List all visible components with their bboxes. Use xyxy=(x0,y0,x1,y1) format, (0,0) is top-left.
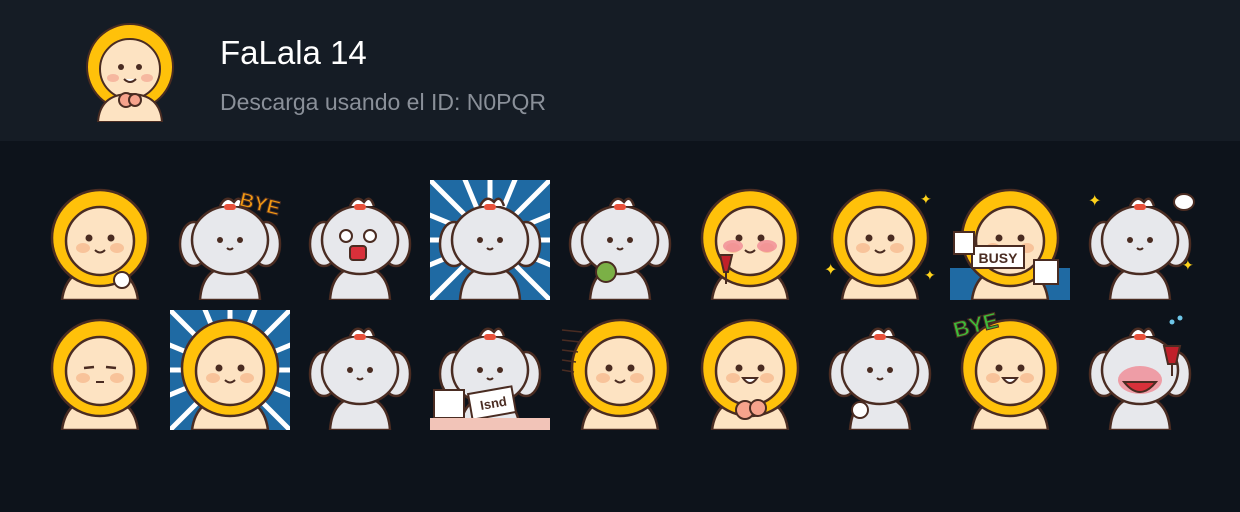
sticker-4[interactable] xyxy=(430,180,550,300)
pack-title: FaLala 14 xyxy=(220,34,367,71)
sticker-9[interactable]: ✦ ✦ xyxy=(1080,180,1200,300)
svg-text:✦: ✦ xyxy=(920,191,932,207)
lion-running-sticker-icon xyxy=(561,318,670,430)
dog-bowing-sticker-icon xyxy=(828,327,932,430)
svg-text:✦: ✦ xyxy=(1182,257,1194,273)
dog-eating-sticker-icon xyxy=(568,197,672,300)
lion-bye-sticker-icon: BYE xyxy=(950,310,1060,430)
svg-text:✦: ✦ xyxy=(824,262,837,279)
sticker-1[interactable] xyxy=(40,180,160,300)
pack-header: FaLala 14 Descarga usando el ID: N0PQR xyxy=(0,0,1240,141)
sticker-13[interactable]: Isnd xyxy=(430,310,550,430)
svg-text:BUSY: BUSY xyxy=(979,250,1019,266)
sticker-grid: BYE ✦ ✦ ✦ BUSY ✦ ✦ Isnd BYE xyxy=(40,180,1200,430)
sticker-6[interactable] xyxy=(690,180,810,300)
sticker-12[interactable] xyxy=(300,310,420,430)
pack-thumbnail-lion-icon xyxy=(80,22,180,123)
dog-writing-sticker-icon: Isnd xyxy=(430,327,550,430)
dog-shocked-sticker-icon xyxy=(308,197,412,300)
sticker-15[interactable] xyxy=(690,310,810,430)
sticker-2[interactable]: BYE xyxy=(170,180,290,300)
svg-text:✦: ✦ xyxy=(1088,193,1101,210)
dog-dramatic-sticker-icon xyxy=(430,180,550,300)
sticker-5[interactable] xyxy=(560,180,680,300)
lion-busy-sticker-icon: BUSY xyxy=(950,188,1070,300)
sticker-11[interactable] xyxy=(170,310,290,430)
svg-text:✦: ✦ xyxy=(924,267,936,283)
dog-sad-sticker-icon xyxy=(308,327,412,430)
download-id-text: Descarga usando el ID: N0PQR xyxy=(220,89,546,115)
lion-wine-sticker-icon xyxy=(700,188,800,300)
sticker-16[interactable] xyxy=(820,310,940,430)
lion-cheeks-sticker-icon xyxy=(700,318,800,430)
sticker-14[interactable] xyxy=(560,310,680,430)
lion-waving-sticker-icon xyxy=(50,188,150,300)
sticker-17[interactable]: BYE xyxy=(950,310,1070,430)
sticker-7[interactable]: ✦ ✦ ✦ xyxy=(820,180,940,300)
dog-wine-sticker-icon xyxy=(1088,315,1192,430)
sticker-3[interactable] xyxy=(300,180,420,300)
sticker-10[interactable] xyxy=(40,310,160,430)
dog-bye-sticker-icon: BYE xyxy=(178,188,283,300)
lion-sleepy-sticker-icon xyxy=(50,318,150,430)
lion-sparkle-sticker-icon: ✦ ✦ ✦ xyxy=(824,188,936,300)
sticker-18[interactable] xyxy=(1080,310,1200,430)
dog-sparkle-sticker-icon: ✦ ✦ xyxy=(1088,193,1195,300)
sticker-8[interactable]: BUSY xyxy=(950,180,1070,300)
lion-dramatic-sticker-icon xyxy=(170,310,290,430)
